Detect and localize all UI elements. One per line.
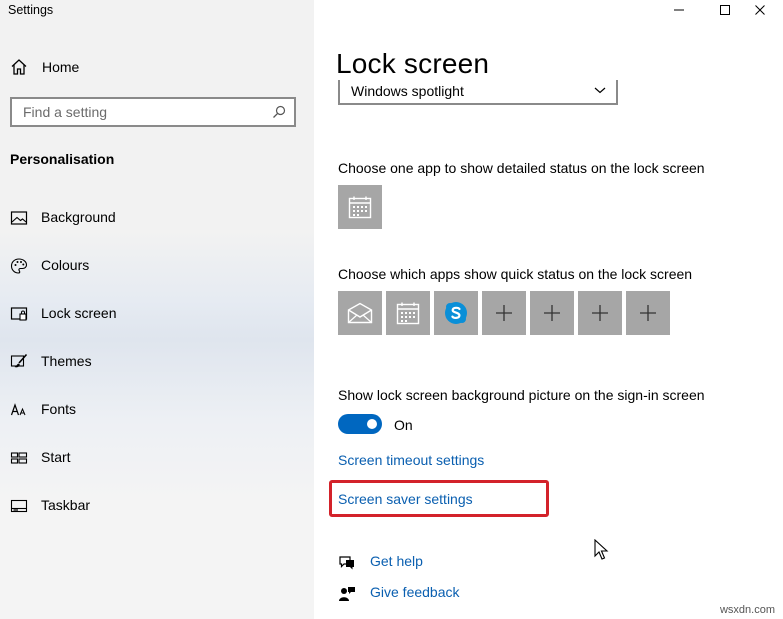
dropdown-value: Windows spotlight bbox=[351, 83, 464, 99]
minimize-button[interactable] bbox=[656, 0, 702, 20]
font-icon bbox=[10, 403, 26, 416]
sidebar: Settings Home Personalisation Background… bbox=[0, 0, 314, 619]
sidebar-item-label: Background bbox=[41, 209, 116, 225]
signin-background-toggle[interactable] bbox=[338, 414, 382, 434]
page-title: Lock screen bbox=[336, 48, 490, 79]
close-button[interactable] bbox=[737, 0, 783, 20]
toggle-knob bbox=[367, 419, 377, 429]
search-box[interactable] bbox=[10, 97, 296, 127]
quick-status-app-tile-mail[interactable] bbox=[338, 291, 382, 335]
feedback-icon bbox=[339, 587, 355, 601]
sidebar-item-background[interactable]: Background bbox=[0, 198, 314, 238]
quick-status-label: Choose which apps show quick status on t… bbox=[338, 266, 693, 282]
give-feedback-link[interactable]: Give feedback bbox=[338, 584, 538, 604]
watermark: wsxdn.com bbox=[719, 604, 775, 616]
signin-background-label: Show lock screen background picture on t… bbox=[338, 387, 705, 403]
calendar-icon bbox=[396, 302, 420, 325]
get-help-link[interactable]: Get help bbox=[338, 553, 538, 573]
maximize-icon bbox=[720, 5, 730, 15]
plus-icon bbox=[592, 305, 608, 321]
sidebar-item-label: Lock screen bbox=[41, 305, 117, 321]
get-help-label: Get help bbox=[370, 553, 423, 569]
close-icon bbox=[755, 5, 765, 15]
quick-status-app-tile-skype[interactable] bbox=[434, 291, 478, 335]
sidebar-item-label: Fonts bbox=[41, 401, 77, 417]
sidebar-item-label: Colours bbox=[41, 257, 90, 273]
plus-icon bbox=[640, 305, 656, 321]
sidebar-item-lock-screen[interactable]: Lock screen bbox=[0, 294, 314, 334]
sidebar-item-themes[interactable]: Themes bbox=[0, 342, 314, 382]
search-icon[interactable] bbox=[272, 105, 286, 119]
give-feedback-label: Give feedback bbox=[370, 584, 460, 600]
sidebar-item-fonts[interactable]: Fonts bbox=[0, 390, 314, 430]
quick-status-add-app-tile[interactable] bbox=[626, 291, 670, 335]
image-icon bbox=[10, 211, 28, 225]
plus-icon bbox=[544, 305, 560, 321]
calendar-icon bbox=[348, 196, 372, 219]
sidebar-item-colours[interactable]: Colours bbox=[0, 246, 314, 286]
quick-status-add-app-tile[interactable] bbox=[530, 291, 574, 335]
start-icon bbox=[10, 452, 28, 464]
sidebar-item-label: Taskbar bbox=[41, 497, 91, 513]
quick-status-add-app-tile[interactable] bbox=[482, 291, 526, 335]
brush-icon bbox=[10, 353, 28, 368]
screen-timeout-settings-link[interactable]: Screen timeout settings bbox=[338, 452, 484, 468]
section-title: Personalisation bbox=[10, 151, 115, 167]
background-dropdown[interactable]: Windows spotlight bbox=[338, 80, 618, 105]
quick-status-add-app-tile[interactable] bbox=[578, 291, 622, 335]
search-input[interactable] bbox=[21, 103, 265, 121]
skype-icon bbox=[445, 302, 467, 324]
palette-icon bbox=[10, 258, 28, 274]
highlight-box bbox=[329, 480, 549, 517]
mouse-cursor-icon bbox=[594, 539, 609, 560]
detailed-status-app-tile[interactable] bbox=[338, 185, 382, 229]
minimize-icon bbox=[674, 9, 684, 11]
window-title: Settings bbox=[8, 3, 54, 17]
sidebar-item-taskbar[interactable]: Taskbar bbox=[0, 486, 314, 526]
plus-icon bbox=[496, 305, 512, 321]
mail-icon bbox=[347, 302, 373, 324]
sidebar-item-label: Start bbox=[41, 449, 71, 465]
home-nav-item[interactable]: Home bbox=[10, 57, 79, 77]
sidebar-item-label: Themes bbox=[41, 353, 92, 369]
detailed-status-label: Choose one app to show detailed status o… bbox=[338, 160, 705, 176]
chevron-down-icon bbox=[594, 87, 606, 94]
taskbar-icon bbox=[10, 499, 28, 513]
home-label: Home bbox=[42, 59, 80, 75]
lock-screen-icon bbox=[10, 307, 28, 321]
toggle-state-label: On bbox=[394, 417, 413, 433]
home-icon bbox=[11, 59, 27, 75]
quick-status-app-tile-calendar[interactable] bbox=[386, 291, 430, 335]
sidebar-item-start[interactable]: Start bbox=[0, 438, 314, 478]
help-chat-icon bbox=[339, 556, 354, 570]
